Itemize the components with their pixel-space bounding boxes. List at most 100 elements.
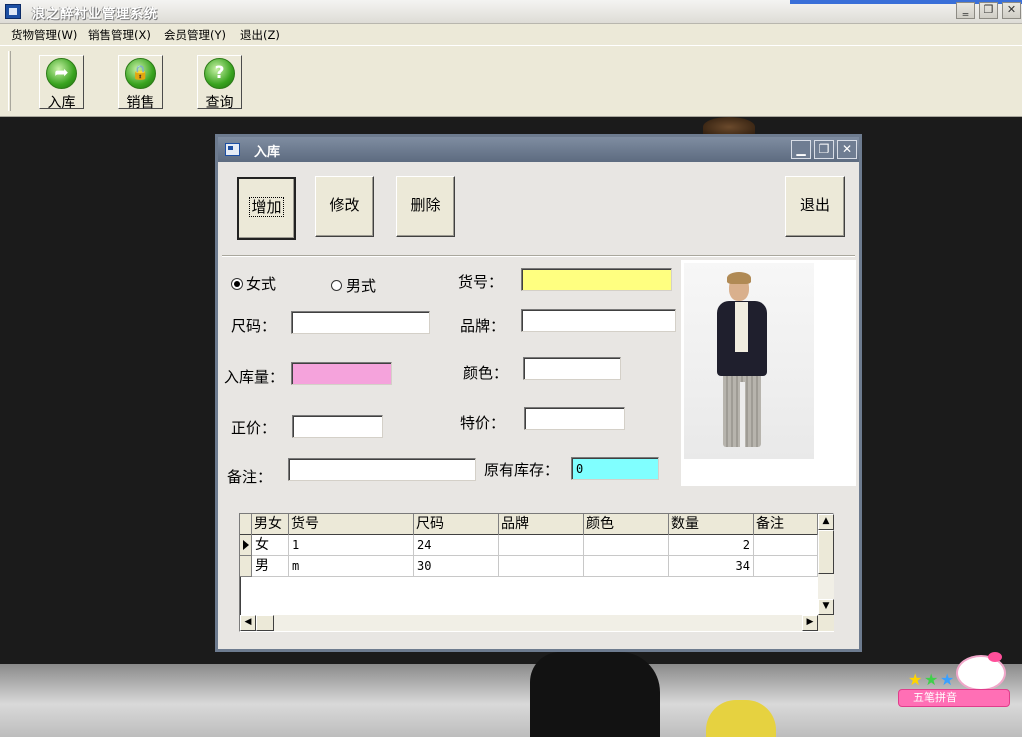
special-price-input[interactable]: [524, 407, 625, 430]
restore-button[interactable]: ❐: [979, 2, 998, 19]
col-size[interactable]: 尺码: [414, 514, 499, 535]
col-item-no[interactable]: 货号: [289, 514, 414, 535]
app-window-icon[interactable]: [5, 4, 21, 19]
query-button[interactable]: ? 查询: [197, 55, 242, 111]
radio-female[interactable]: [231, 278, 243, 290]
size-label: 尺码：: [231, 317, 277, 335]
col-gender[interactable]: 男女: [252, 514, 289, 535]
help-icon: ?: [204, 58, 235, 89]
edit-button[interactable]: 修改: [315, 176, 374, 237]
query-label: 查询: [205, 95, 234, 111]
input-method-widget[interactable]: ★ ★ ★ 五笔拼音: [898, 652, 1010, 708]
dialog-window-icon[interactable]: [225, 143, 240, 156]
menubar: 货物管理(W) 销售管理(X) 会员管理(Y) 退出(Z): [0, 24, 1022, 45]
qty-in-input[interactable]: [291, 362, 392, 385]
minimize-button[interactable]: ‗: [956, 2, 975, 19]
cell-size[interactable]: 24: [414, 535, 499, 556]
horizontal-scroll-thumb[interactable]: [256, 615, 274, 631]
col-color[interactable]: 颜色: [584, 514, 669, 535]
stock-grid[interactable]: 男女 货号 尺码 品牌 颜色 数量 备注 女 1 24 2 男 m 30 34: [239, 513, 834, 632]
orig-stock-label: 原有库存：: [484, 461, 560, 479]
table-row[interactable]: 男 m 30 34: [240, 556, 818, 577]
stock-in-label: 入库: [47, 95, 76, 111]
add-button[interactable]: 增加: [237, 177, 296, 240]
radio-male[interactable]: [331, 280, 342, 291]
cell-brand[interactable]: [499, 556, 584, 577]
cell-item-no[interactable]: m: [289, 556, 414, 577]
horizontal-scrollbar[interactable]: ◀ ▶: [240, 615, 818, 631]
scroll-left-icon[interactable]: ◀: [240, 615, 256, 631]
cell-qty[interactable]: 2: [669, 535, 754, 556]
dialog-titlebar: 入库 ▁ ❐ ✕: [218, 137, 859, 162]
dialog-title: 入库: [254, 145, 281, 160]
scrollbar-corner: [818, 615, 834, 631]
background-floor: [0, 664, 1022, 737]
sales-button[interactable]: 🔒 销售: [118, 55, 163, 111]
scroll-right-icon[interactable]: ▶: [802, 615, 818, 631]
toolbar-separator: [222, 255, 855, 257]
special-price-label: 特价：: [460, 414, 506, 432]
color-label: 颜色：: [463, 364, 509, 382]
radio-male-label[interactable]: 男式: [346, 275, 376, 296]
cell-gender[interactable]: 男: [252, 556, 289, 577]
app-title: 浪之醉衬业管理系统: [32, 7, 159, 22]
brand-input[interactable]: [521, 309, 676, 332]
remark-input[interactable]: [288, 458, 476, 481]
menu-exit[interactable]: 退出(Z): [240, 27, 280, 43]
price-input[interactable]: [292, 415, 383, 438]
cell-size[interactable]: 30: [414, 556, 499, 577]
arrow-right-icon: ➦: [46, 58, 77, 89]
col-brand[interactable]: 品牌: [499, 514, 584, 535]
menu-sales[interactable]: 销售管理(X): [88, 27, 151, 43]
current-row-icon: [243, 540, 249, 550]
table-row[interactable]: 女 1 24 2: [240, 535, 818, 556]
cell-remark[interactable]: [754, 535, 818, 556]
cell-item-no[interactable]: 1: [289, 535, 414, 556]
star-icon: ★: [924, 670, 939, 689]
dialog-maximize-button[interactable]: ❐: [814, 140, 834, 159]
kitty-bow-icon: [988, 652, 1002, 662]
toolbar: ➦ 入库 🔒 销售 ? 查询: [0, 45, 1022, 117]
delete-button[interactable]: 删除: [396, 176, 455, 237]
close-button[interactable]: ✕: [1002, 2, 1021, 19]
col-remark[interactable]: 备注: [754, 514, 818, 535]
cell-qty[interactable]: 34: [669, 556, 754, 577]
scroll-down-icon[interactable]: ▼: [818, 599, 834, 615]
brand-label: 品牌：: [460, 317, 506, 335]
grid-corner: [240, 514, 252, 535]
dialog-minimize-button[interactable]: ▁: [791, 140, 811, 159]
row-indicator[interactable]: [240, 535, 252, 556]
cell-brand[interactable]: [499, 535, 584, 556]
menu-goods[interactable]: 货物管理(W): [11, 27, 77, 43]
input-method-label[interactable]: 五笔拼音: [898, 689, 1010, 707]
vertical-scroll-thumb[interactable]: [818, 530, 834, 574]
menu-members[interactable]: 会员管理(Y): [164, 27, 226, 43]
cell-color[interactable]: [584, 556, 669, 577]
toolbar-grip[interactable]: [8, 51, 11, 111]
size-input[interactable]: [291, 311, 430, 334]
col-qty[interactable]: 数量: [669, 514, 754, 535]
dialog-close-button[interactable]: ✕: [837, 140, 857, 159]
background-photo-legs: [530, 652, 660, 737]
vertical-scrollbar[interactable]: ▲ ▼: [818, 514, 834, 615]
add-button-label: 增加: [249, 197, 284, 217]
item-no-input[interactable]: [521, 268, 672, 291]
grid-header: 男女 货号 尺码 品牌 颜色 数量 备注: [240, 514, 818, 535]
lock-icon: 🔒: [125, 58, 156, 89]
color-input[interactable]: [523, 357, 621, 380]
cell-color[interactable]: [584, 535, 669, 556]
cell-gender[interactable]: 女: [252, 535, 289, 556]
remark-label: 备注：: [227, 468, 273, 486]
app-titlebar: 浪之醉衬业管理系统 ‗ ❐ ✕: [0, 0, 1022, 24]
cell-remark[interactable]: [754, 556, 818, 577]
row-indicator[interactable]: [240, 556, 252, 577]
price-label: 正价：: [231, 419, 277, 437]
star-icon: ★: [908, 670, 923, 689]
scroll-up-icon[interactable]: ▲: [818, 514, 834, 530]
radio-female-label[interactable]: 女式: [246, 273, 276, 294]
orig-stock-input[interactable]: [571, 457, 659, 480]
stock-in-dialog: 入库 ▁ ❐ ✕ 增加 修改 删除 退出 女式 男式 尺码： 入库量： 正价： …: [215, 134, 862, 652]
stock-in-button[interactable]: ➦ 入库: [39, 55, 84, 111]
exit-button[interactable]: 退出: [785, 176, 845, 237]
star-icon: ★: [940, 670, 955, 689]
